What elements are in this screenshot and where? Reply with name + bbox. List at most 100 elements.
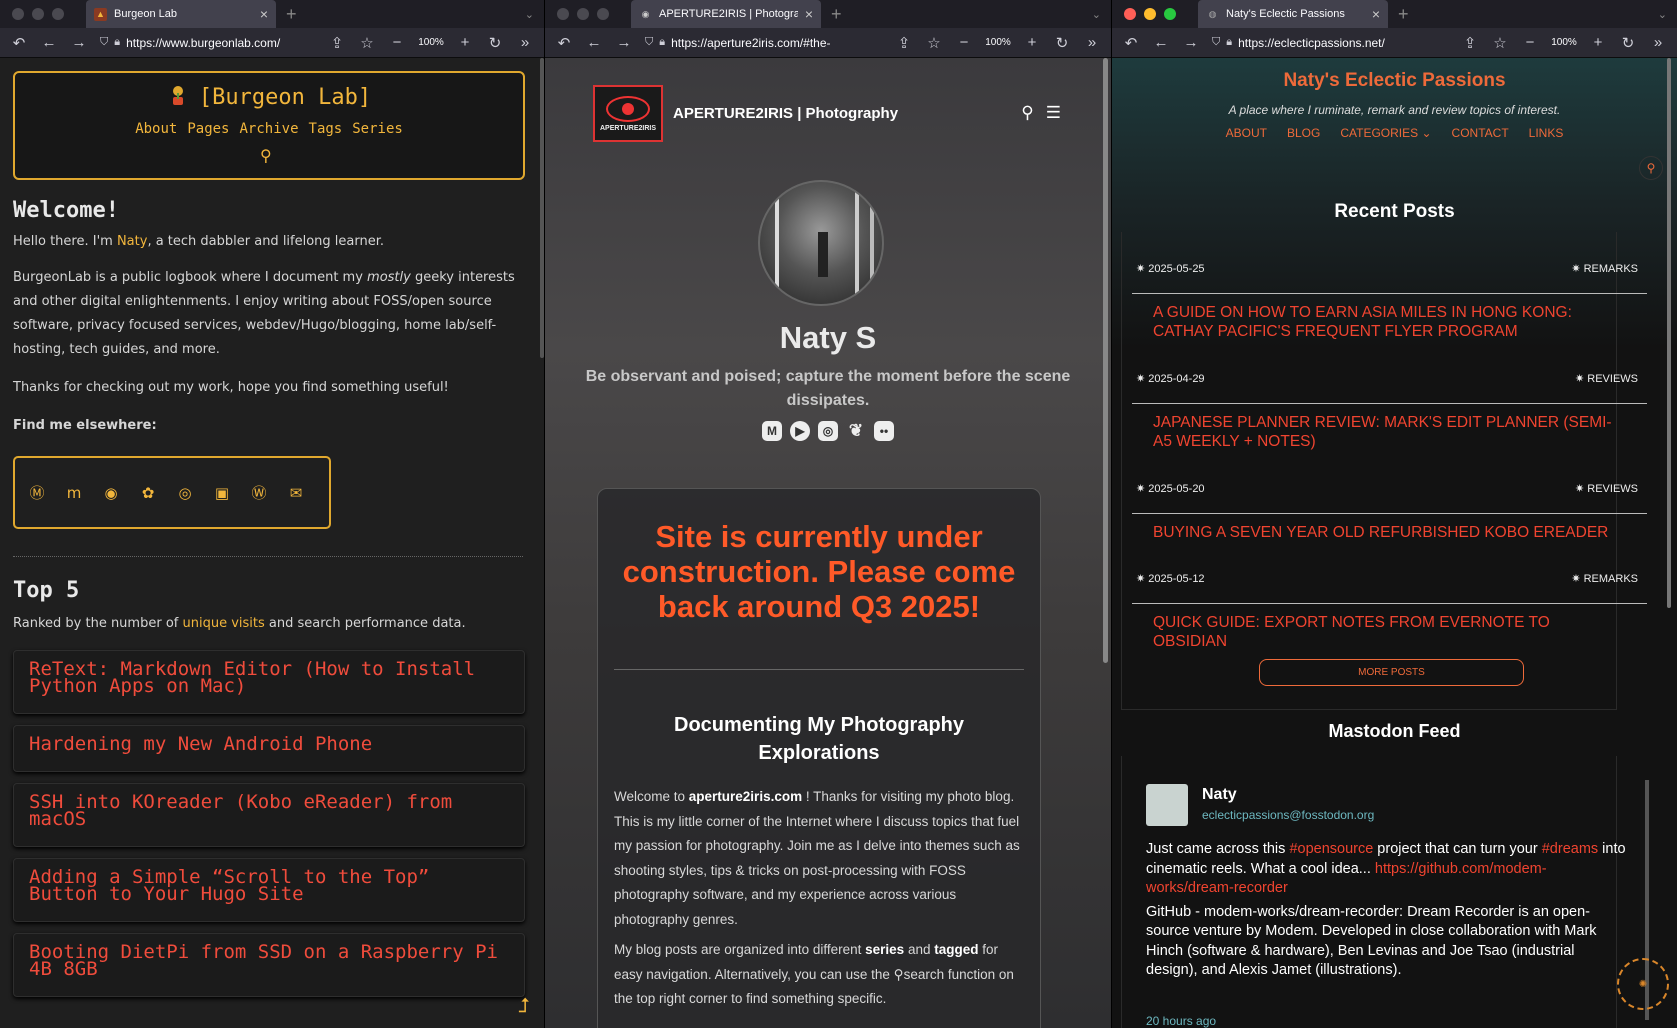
zoom-out-button[interactable]: − [1517,34,1543,51]
overflow-icon[interactable]: » [1645,34,1671,51]
zoom-in-button[interactable]: + [1585,34,1611,51]
nav-blog[interactable]: BLOG [1287,126,1320,140]
camera-icon[interactable]: ▣ [213,484,231,502]
instagram-icon[interactable]: ◎ [818,421,838,441]
post-category[interactable]: REMARKS [1584,263,1638,275]
nav-links[interactable]: LINKS [1529,126,1564,140]
site-logo[interactable]: APERTURE2IRIS [593,85,663,142]
nav-contact[interactable]: CONTACT [1452,126,1509,140]
tab-list-icon[interactable]: ⌄ [1658,8,1667,21]
undo-icon[interactable]: ↶ [551,34,577,52]
scroll-to-top-icon[interactable]: ⮥ [518,993,530,1017]
window-controls[interactable] [0,8,86,20]
zoom-out-button[interactable]: − [951,34,977,51]
unique-visits-link[interactable]: unique visits [182,616,264,631]
overflow-icon[interactable]: » [1079,34,1105,51]
scrollbar[interactable] [1103,58,1108,663]
reload-button[interactable]: ↻ [482,34,508,52]
site-title[interactable]: Naty's Eclectic Passions [1112,70,1677,92]
top-post-card[interactable]: Booting DietPi from SSD on a Raspberry P… [13,933,525,997]
nav-tags[interactable]: Tags [309,121,343,137]
instagram-icon[interactable]: ◎ [176,484,194,502]
close-tab-icon[interactable]: × [260,6,268,22]
wordpress-icon[interactable]: Ⓦ [250,484,268,502]
nav-about[interactable]: About [135,121,177,137]
forward-button[interactable]: → [611,34,637,51]
zoom-in-button[interactable]: + [452,34,478,51]
new-tab-button[interactable]: + [1388,4,1419,25]
github-icon[interactable]: ◉ [102,484,120,502]
bookmark-star-icon[interactable]: ☆ [1487,34,1513,52]
mastodon-icon[interactable]: Ⓜ [28,484,46,502]
bookmark-star-icon[interactable]: ☆ [921,34,947,52]
address-bar[interactable]: ⛉ 🔒︎ https://www.burgeonlab.com/ [96,36,320,50]
back-button[interactable]: ← [36,34,62,51]
nav-categories[interactable]: CATEGORIES ⌄ [1340,126,1431,140]
top-post-card[interactable]: ReText: Markdown Editor (How to Install … [13,650,525,714]
post-category[interactable]: REVIEWS [1587,483,1638,495]
top-post-card[interactable]: SSH into KOreader (Kobo eReader) from ma… [13,783,525,847]
top-post-card[interactable]: Hardening my New Android Phone [13,725,525,772]
overflow-icon[interactable]: » [512,34,538,51]
email-icon[interactable]: ✉ [287,484,305,502]
pixelfed-icon[interactable]: ▶ [790,421,810,441]
forward-button[interactable]: → [66,34,92,51]
zoom-level[interactable]: 100% [414,37,448,48]
post-category[interactable]: REMARKS [1584,573,1638,585]
close-tab-icon[interactable]: × [805,6,813,22]
scrollbar[interactable] [1667,58,1671,608]
shield-icon[interactable]: ⛉ [645,36,653,49]
tab-list-icon[interactable]: ⌄ [1092,8,1101,21]
tab-list-icon[interactable]: ⌄ [525,8,534,21]
tab-burgeonlab[interactable]: ▲ Burgeon Lab × [86,0,276,28]
reload-button[interactable]: ↻ [1615,34,1641,52]
tab-eclecticpassions[interactable]: ◍ Naty's Eclectic Passions × [1198,0,1388,28]
tab-aperture2iris[interactable]: ◉ APERTURE2IRIS | Photography × [631,0,821,28]
kofi-icon[interactable]: ✿ [139,484,157,502]
nav-pages[interactable]: Pages [187,121,229,137]
lock-icon[interactable]: 🔒︎ [1226,36,1232,49]
flickr-icon[interactable]: •• [874,421,894,441]
back-button[interactable]: ← [1148,34,1174,51]
bookmark-star-icon[interactable]: ☆ [354,34,380,52]
forward-button[interactable]: → [1178,34,1204,51]
shield-icon[interactable]: ⛉ [1212,36,1220,49]
search-icon[interactable]: ⚲ [1639,156,1663,180]
mastodon-icon[interactable]: M [762,421,782,441]
undo-icon[interactable]: ↶ [6,34,32,52]
zoom-level[interactable]: 100% [1547,37,1581,48]
hashtag-link[interactable]: #opensource [1289,841,1373,857]
lock-icon[interactable]: 🔒︎ [114,36,120,49]
avatar[interactable] [1146,784,1188,826]
address-bar[interactable]: ⛉ 🔒︎ https://eclecticpassions.net/ [1208,36,1453,50]
new-tab-button[interactable]: + [821,4,852,25]
share-icon[interactable]: ⇪ [324,34,350,52]
site-title[interactable]: [Burgeon Lab] [15,83,523,110]
about-link[interactable]: Naty [117,234,147,249]
nav-archive[interactable]: Archive [240,121,299,137]
toot-handle[interactable]: eclecticpassions@fosstodon.org [1202,808,1374,822]
toot-username[interactable]: Naty [1202,786,1237,804]
undo-icon[interactable]: ↶ [1118,34,1144,52]
close-tab-icon[interactable]: × [1372,6,1380,22]
bluesky-icon[interactable]: ❦ [846,421,866,441]
nav-series[interactable]: Series [352,121,403,137]
post-title-link[interactable]: Japanese Planner Review: Mark's Edit Pla… [1153,413,1623,451]
zoom-level[interactable]: 100% [981,37,1015,48]
search-icon[interactable]: ⚲ [1021,103,1033,123]
back-button[interactable]: ← [581,34,607,51]
new-tab-button[interactable]: + [276,4,307,25]
window-controls[interactable] [545,8,631,20]
nav-about[interactable]: ABOUT [1226,126,1267,140]
lock-icon[interactable]: 🔒︎ [659,36,665,49]
address-bar[interactable]: ⛉ 🔒︎ https://aperture2iris.com/#the- [641,36,887,50]
hashtag-link[interactable]: #dreams [1542,841,1598,857]
post-title-link[interactable]: A Guide on How to Earn Asia Miles in Hon… [1153,303,1623,341]
share-icon[interactable]: ⇪ [1457,34,1483,52]
link-preview-card[interactable]: GitHub - modem-works/dream-recorder: Dre… [1146,903,1628,981]
window-controls[interactable] [1112,8,1198,20]
reload-button[interactable]: ↻ [1049,34,1075,52]
menu-icon[interactable]: ☰ [1046,103,1061,123]
share-icon[interactable]: ⇪ [891,34,917,52]
site-name[interactable]: APERTURE2IRIS | Photography [673,105,898,122]
